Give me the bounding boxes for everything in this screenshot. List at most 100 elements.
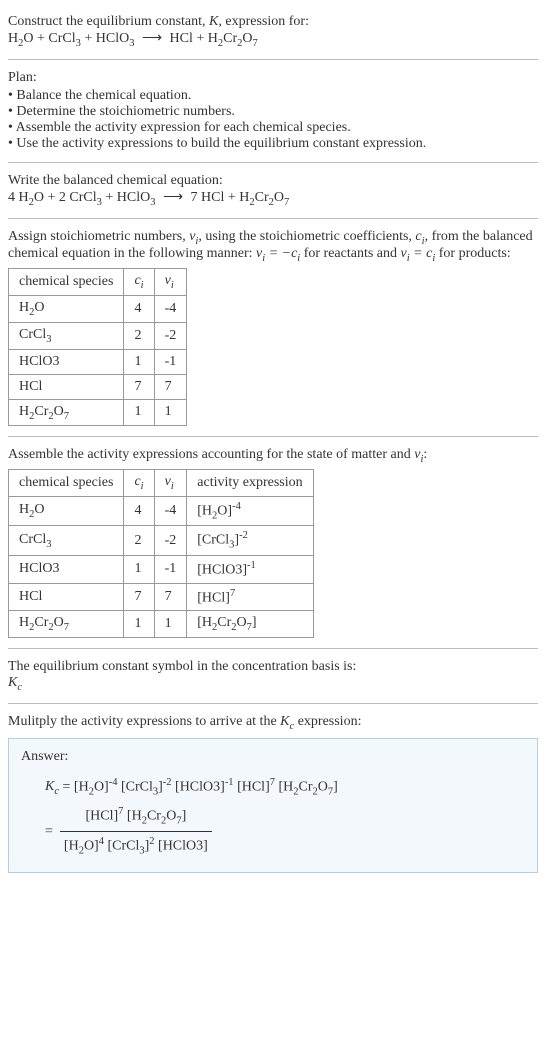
nui-cell: 1: [154, 611, 187, 638]
col-nui: νi: [154, 269, 187, 296]
activity-heading-text: Assemble the activity expressions accoun…: [8, 447, 414, 462]
ci-cell: 4: [124, 295, 154, 322]
stoich-block: Assign stoichiometric numbers, νi, using…: [8, 223, 538, 433]
stoich-text2: , using the stoichiometric coefficients,: [198, 229, 415, 244]
divider: [8, 648, 538, 649]
intro-text2: , expression for:: [218, 14, 309, 29]
unbalanced-equation: H2O + CrCl3 + HClO3 ⟶ HCl + H2Cr2O7: [8, 31, 258, 46]
rel-reactants: νi = −ci: [256, 246, 300, 261]
ci-cell: 2: [124, 526, 154, 555]
plan-item: Determine the stoichiometric numbers.: [8, 104, 538, 120]
species-cell: H2Cr2O7: [9, 399, 124, 426]
species-cell: HCl: [9, 374, 124, 399]
nui-cell: -1: [154, 555, 187, 583]
divider: [8, 218, 538, 219]
col-species: chemical species: [9, 269, 124, 296]
species-cell: HCl: [9, 583, 124, 611]
balanced-block: Write the balanced chemical equation: 4 …: [8, 167, 538, 214]
stoich-text: Assign stoichiometric numbers, νi, using…: [8, 229, 538, 265]
table-header-row: chemical species ci νi activity expressi…: [9, 470, 314, 497]
balanced-equation: 4 H2O + 2 CrCl3 + HClO3 ⟶ 7 HCl + H2Cr2O…: [8, 190, 289, 205]
multiply-heading-text: Mulitply the activity expressions to arr…: [8, 714, 280, 729]
col-activity: activity expression: [187, 470, 313, 497]
ci-cell: 1: [124, 611, 154, 638]
species-cell: HClO3: [9, 555, 124, 583]
species-cell: CrCl3: [9, 526, 124, 555]
nu-symbol: νi: [189, 229, 198, 244]
c-symbol: ci: [415, 229, 424, 244]
plan-item: Assemble the activity expression for eac…: [8, 120, 538, 136]
kc-inline: Kc: [280, 714, 294, 729]
table-row: HCl77: [9, 374, 187, 399]
activity-cell: [HCl]7: [187, 583, 313, 611]
activity-cell: [CrCl3]-2: [187, 526, 313, 555]
stoich-text4: for reactants and: [300, 246, 400, 261]
intro-k: K: [209, 14, 218, 29]
activity-heading: Assemble the activity expressions accoun…: [8, 447, 538, 465]
activity-block: Assemble the activity expressions accoun…: [8, 441, 538, 644]
intro-text: Construct the equilibrium constant,: [8, 14, 209, 29]
nui-cell: -2: [154, 526, 187, 555]
col-ci: ci: [124, 470, 154, 497]
multiply-heading-text2: expression:: [294, 714, 361, 729]
balanced-heading: Write the balanced chemical equation:: [8, 173, 538, 189]
stoich-text1: Assign stoichiometric numbers,: [8, 229, 189, 244]
ci-cell: 2: [124, 322, 154, 349]
multiply-heading: Mulitply the activity expressions to arr…: [8, 714, 538, 732]
species-cell: CrCl3: [9, 322, 124, 349]
rel-products: νi = ci: [401, 246, 436, 261]
col-ci: ci: [124, 269, 154, 296]
activity-cell: [HClO3]-1: [187, 555, 313, 583]
table-row: H2O4-4: [9, 295, 187, 322]
nui-cell: 7: [154, 374, 187, 399]
nui-cell: -4: [154, 496, 187, 525]
nui-cell: 7: [154, 583, 187, 611]
table-row: HClO31-1: [9, 349, 187, 374]
ci-cell: 1: [124, 399, 154, 426]
stoich-text5: for products:: [435, 246, 510, 261]
divider: [8, 162, 538, 163]
kc-denominator: [H2O]4 [CrCl3]2 [HClO3]: [60, 832, 212, 861]
table-row: H2O4-4[H2O]-4: [9, 496, 314, 525]
nu-symbol: νi: [414, 447, 423, 462]
divider: [8, 59, 538, 60]
ci-cell: 4: [124, 496, 154, 525]
answer-label: Answer:: [21, 749, 525, 765]
activity-cell: [H2O]-4: [187, 496, 313, 525]
ci-cell: 1: [124, 349, 154, 374]
nui-cell: -4: [154, 295, 187, 322]
stoich-table: chemical species ci νi H2O4-4 CrCl32-2 H…: [8, 268, 187, 426]
nui-cell: 1: [154, 399, 187, 426]
answer-box: Answer: Kc = [H2O]-4 [CrCl3]-2 [HClO3]-1…: [8, 738, 538, 873]
activity-cell: [H2Cr2O7]: [187, 611, 313, 638]
kc-symbol: Kc: [8, 675, 538, 693]
species-cell: H2O: [9, 295, 124, 322]
plan-block: Plan: Balance the chemical equation. Det…: [8, 64, 538, 158]
kc-symbol-block: The equilibrium constant symbol in the c…: [8, 653, 538, 699]
answer-block: Mulitply the activity expressions to arr…: [8, 708, 538, 879]
table-header-row: chemical species ci νi: [9, 269, 187, 296]
divider: [8, 436, 538, 437]
table-row: H2Cr2O711: [9, 399, 187, 426]
intro-block: Construct the equilibrium constant, K, e…: [8, 8, 538, 55]
table-row: CrCl32-2: [9, 322, 187, 349]
species-cell: HClO3: [9, 349, 124, 374]
col-nui: νi: [154, 470, 187, 497]
kc-numerator: [HCl]7 [H2Cr2O7]: [60, 802, 212, 832]
plan-heading: Plan:: [8, 70, 538, 86]
nui-cell: -2: [154, 322, 187, 349]
table-row: CrCl32-2[CrCl3]-2: [9, 526, 314, 555]
col-species: chemical species: [9, 470, 124, 497]
nui-cell: -1: [154, 349, 187, 374]
plan-item: Use the activity expressions to build th…: [8, 136, 538, 152]
kc-expression: Kc = [H2O]-4 [CrCl3]-2 [HClO3]-1 [HCl]7 …: [45, 773, 525, 802]
table-row: H2Cr2O711[H2Cr2O7]: [9, 611, 314, 638]
ci-cell: 7: [124, 374, 154, 399]
ci-cell: 7: [124, 583, 154, 611]
table-row: HClO31-1[HClO3]-1: [9, 555, 314, 583]
species-cell: H2Cr2O7: [9, 611, 124, 638]
ci-cell: 1: [124, 555, 154, 583]
plan-item: Balance the chemical equation.: [8, 88, 538, 104]
kc-heading: The equilibrium constant symbol in the c…: [8, 659, 538, 675]
activity-table: chemical species ci νi activity expressi…: [8, 469, 314, 638]
